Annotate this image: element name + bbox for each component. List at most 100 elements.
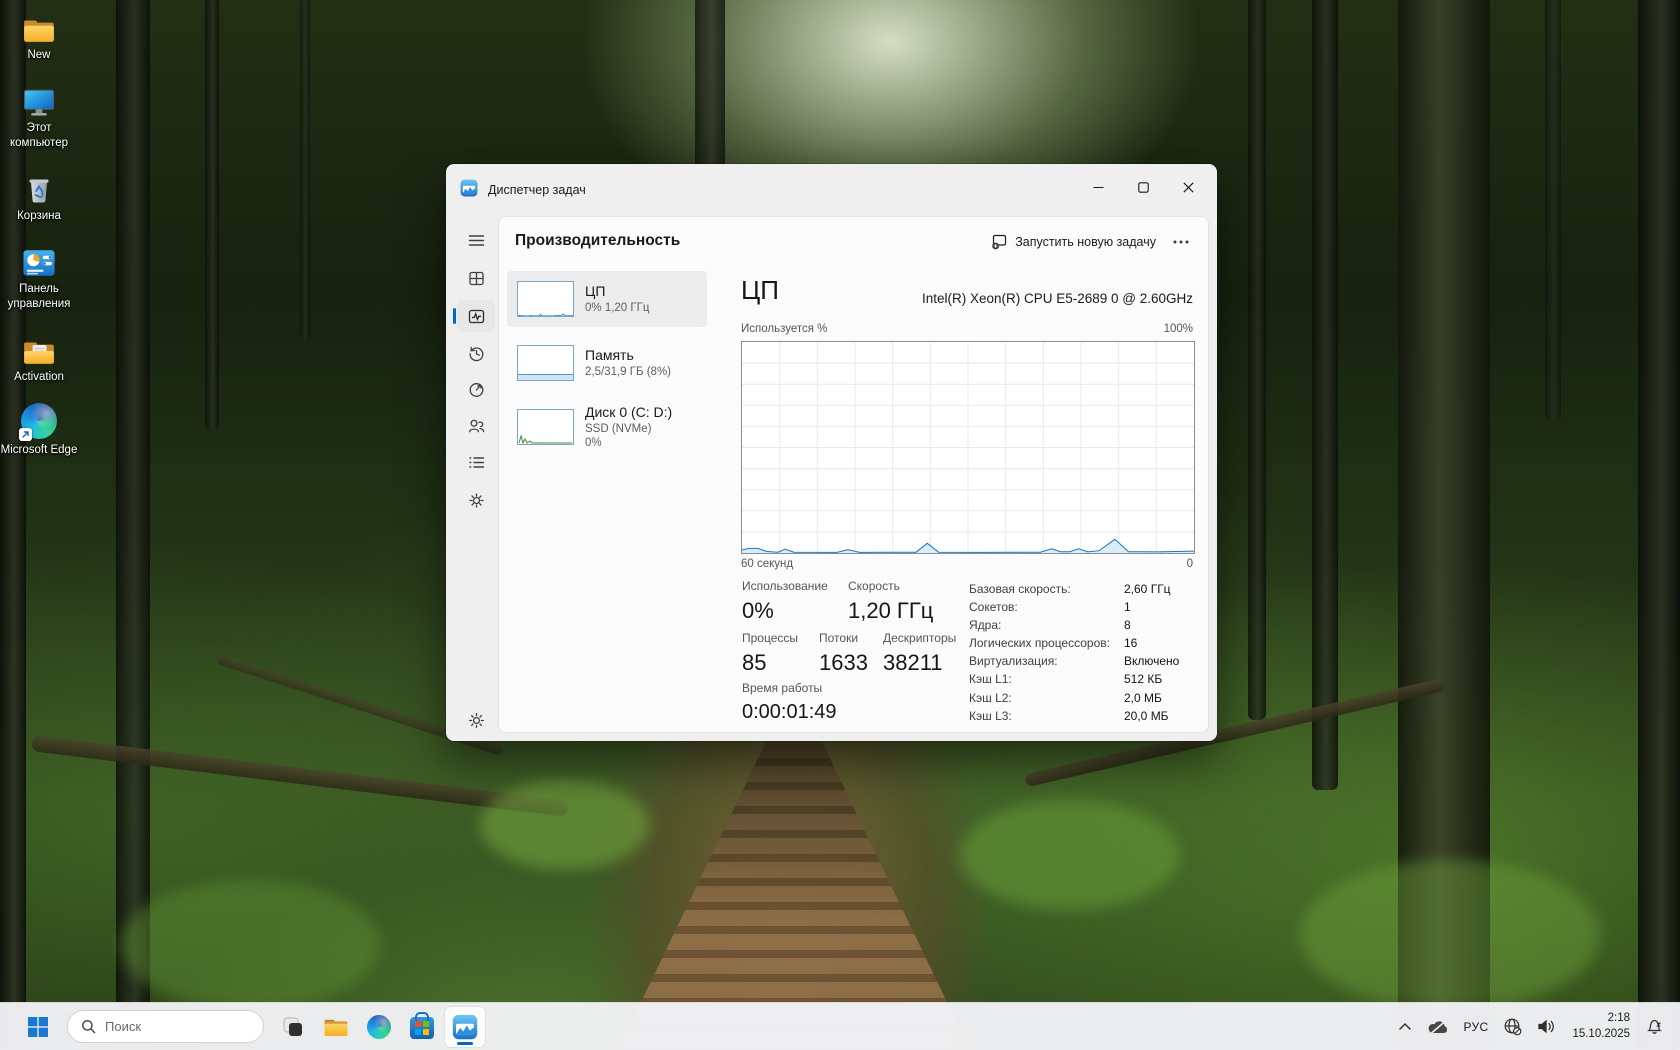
nav-menu-button[interactable] xyxy=(457,224,495,256)
desktop-icon-new[interactable]: New xyxy=(0,4,78,63)
desktop-icon-label: Панель управления xyxy=(0,282,78,312)
task-view-icon xyxy=(281,1015,305,1039)
run-new-task-button[interactable]: Запустить новую задачу xyxy=(991,229,1156,255)
task-manager-icon xyxy=(452,1014,478,1040)
desktop-icon-activation[interactable]: Activation xyxy=(0,326,78,385)
nav-processes-button[interactable] xyxy=(457,262,495,294)
active-app-indicator xyxy=(457,1042,473,1045)
network-globe-offline-icon xyxy=(1503,1017,1522,1036)
nav-startup-apps-button[interactable] xyxy=(457,373,495,405)
desktop-icon-label: Корзина xyxy=(17,209,61,224)
graph-xzero-label: 0 xyxy=(1187,558,1193,570)
nav-services-button[interactable] xyxy=(457,484,495,516)
perf-card-subtitle2: 0% xyxy=(585,436,672,450)
processes-label: Процессы xyxy=(742,631,819,645)
speed-value: 1,20 ГГц xyxy=(848,598,933,624)
file-explorer-button[interactable] xyxy=(316,1007,356,1047)
start-button[interactable] xyxy=(18,1007,58,1047)
perf-card-memory[interactable]: Память 2,5/31,9 ГБ (8%) xyxy=(507,335,707,391)
perf-card-title: Память xyxy=(585,347,671,363)
nav-settings-button[interactable] xyxy=(457,704,495,736)
content-panel: Производительность Запустить новую задач… xyxy=(498,216,1209,733)
graph-ylabel: Используется % xyxy=(741,323,827,335)
clock-button[interactable]: 2:18 15.10.2025 xyxy=(1568,1009,1634,1045)
onedrive-status-button[interactable] xyxy=(1423,1009,1453,1045)
speed-label: Скорость xyxy=(848,579,933,593)
control-panel-icon xyxy=(21,248,57,278)
detail-row: Логических процессоров:16 xyxy=(969,637,1201,650)
perf-card-disk[interactable]: Диск 0 (C: D:) SSD (NVMe) 0% xyxy=(507,399,707,455)
tray-time: 2:18 xyxy=(1608,1012,1630,1024)
threads-label: Потоки xyxy=(819,631,883,645)
close-button[interactable] xyxy=(1166,171,1211,204)
microsoft-store-button[interactable] xyxy=(402,1007,442,1047)
speaker-icon xyxy=(1537,1018,1557,1035)
task-manager-app-icon xyxy=(460,179,478,202)
edge-button[interactable] xyxy=(359,1007,399,1047)
detail-row: Виртуализация:Включено xyxy=(969,655,1201,668)
minimize-button[interactable] xyxy=(1076,171,1121,204)
desktop-icon-edge[interactable]: Microsoft Edge xyxy=(0,399,78,458)
new-task-icon xyxy=(991,234,1007,250)
services-icon xyxy=(467,491,486,510)
task-view-button[interactable] xyxy=(273,1007,313,1047)
minimize-icon xyxy=(1093,182,1104,193)
handles-label: Дескрипторы xyxy=(883,631,956,645)
nav-users-button[interactable] xyxy=(457,409,495,441)
folder-with-document-icon xyxy=(22,338,56,366)
language-indicator[interactable]: РУС xyxy=(1460,1009,1493,1045)
notification-center-button[interactable] xyxy=(1641,1009,1668,1045)
detail-row: Кэш L2:2,0 МБ xyxy=(969,692,1201,705)
processes-value: 85 xyxy=(742,650,819,676)
detail-row: Ядра:8 xyxy=(969,619,1201,632)
this-pc-icon xyxy=(21,87,57,117)
detail-row: Сокетов:1 xyxy=(969,601,1201,614)
perf-card-title: ЦП xyxy=(585,283,649,299)
menu-icon xyxy=(467,231,486,250)
nav-app-history-button[interactable] xyxy=(457,337,495,369)
usage-label: Использование xyxy=(742,579,848,593)
perf-card-cpu[interactable]: ЦП 0% 1,20 ГГц xyxy=(507,271,707,327)
tray-show-hidden-button[interactable] xyxy=(1394,1009,1416,1045)
folder-icon xyxy=(22,16,56,44)
maximize-button[interactable] xyxy=(1121,171,1166,204)
desktop-icon-label: New xyxy=(27,48,50,63)
app-history-icon xyxy=(467,344,486,363)
perf-card-subtitle: 0% 1,20 ГГц xyxy=(585,301,649,315)
cpu-model-name: Intel(R) Xeon(R) CPU E5-2689 0 @ 2.60GHz xyxy=(922,291,1193,306)
microsoft-store-icon xyxy=(410,1017,434,1039)
nav-details-button[interactable] xyxy=(457,446,495,478)
cpu-stats-row-1: Использование 0% Скорость 1,20 ГГц xyxy=(742,579,933,624)
desktop-icon-control-panel[interactable]: Панель управления xyxy=(0,238,78,312)
desktop-icon-recycle-bin[interactable]: Корзина xyxy=(0,165,78,224)
window-controls xyxy=(1076,171,1211,204)
nav-performance-button[interactable] xyxy=(457,300,495,332)
close-icon xyxy=(1183,182,1194,193)
shortcut-arrow-icon xyxy=(19,428,32,441)
detail-row: Кэш L1:512 КБ xyxy=(969,673,1201,686)
file-explorer-icon xyxy=(323,1016,349,1038)
taskbar-search[interactable]: Поиск xyxy=(67,1010,264,1043)
network-status-button[interactable] xyxy=(1499,1009,1526,1045)
cpu-usage-graph[interactable] xyxy=(741,341,1195,554)
cpu-uptime: Время работы 0:00:01:49 xyxy=(742,681,837,724)
page-title: Производительность xyxy=(515,232,680,250)
perf-card-title: Диск 0 (C: D:) xyxy=(585,404,672,420)
cpu-details-list: Базовая скорость:2,60 ГГц Сокетов:1 Ядра… xyxy=(969,583,1201,728)
task-manager-taskbar-button[interactable] xyxy=(445,1007,485,1047)
window-title: Диспетчер задач xyxy=(488,183,586,197)
uptime-value: 0:00:01:49 xyxy=(742,701,837,724)
processes-icon xyxy=(467,269,486,288)
run-new-task-label: Запустить новую задачу xyxy=(1015,235,1156,249)
detail-row: Кэш L3:20,0 МБ xyxy=(969,710,1201,723)
settings-icon xyxy=(467,711,486,730)
perf-card-subtitle: 2,5/31,9 ГБ (8%) xyxy=(585,365,671,379)
onedrive-status-icon xyxy=(1427,1018,1449,1036)
more-options-button[interactable] xyxy=(1166,230,1196,254)
threads-value: 1633 xyxy=(819,650,883,676)
users-icon xyxy=(467,416,486,435)
startup-apps-icon xyxy=(467,380,486,399)
desktop-icon-this-pc[interactable]: Этот компьютер xyxy=(0,77,78,151)
volume-button[interactable] xyxy=(1533,1009,1561,1045)
notification-bell-dnd-icon xyxy=(1645,1017,1664,1036)
